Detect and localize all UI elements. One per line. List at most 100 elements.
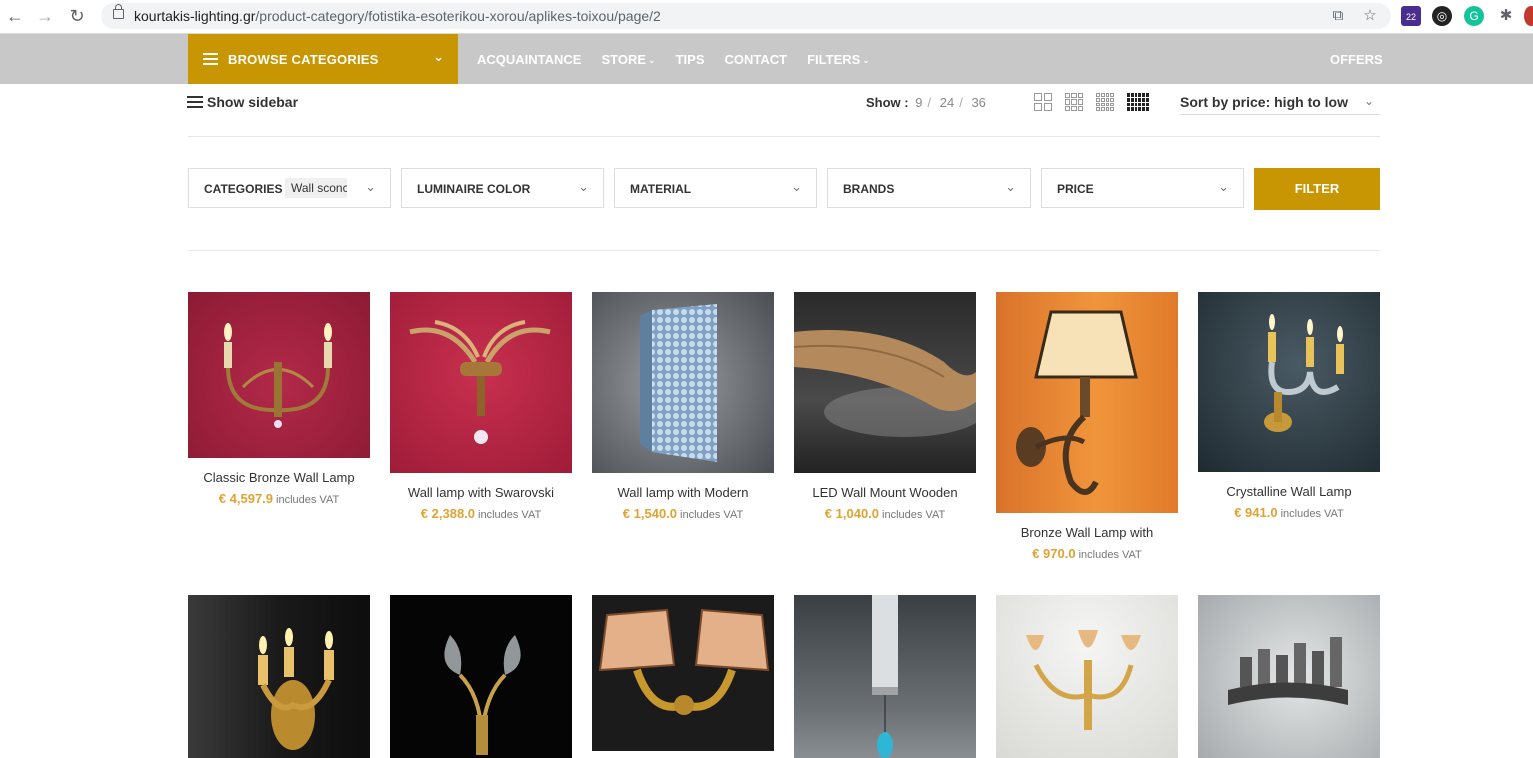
nav-store-label: STORE [601, 52, 647, 67]
per-page-9[interactable]: 9 [915, 95, 922, 110]
extension-badge-count: 22 [1405, 12, 1416, 22]
product-card[interactable]: Classic Bronze Wall Lamp € 4,597.9 includ… [188, 292, 370, 506]
per-page-24[interactable]: 24 [940, 95, 954, 110]
chevron-down-icon: ⌄ [1005, 179, 1016, 194]
puzzle-extensions-icon[interactable]: ✱ [1496, 6, 1516, 26]
grammarly-icon[interactable]: G [1464, 6, 1484, 26]
product-card[interactable]: LED Wall Mount Wooden € 1,040.0 includes … [794, 292, 976, 521]
product-card[interactable]: Bronze Wall Lamp with € 970.0 includes VA… [996, 292, 1178, 561]
nav-offers[interactable]: OFFERS [1330, 52, 1383, 67]
product-name[interactable]: Classic Bronze Wall Lamp [188, 470, 370, 485]
product-image[interactable] [794, 595, 976, 758]
address-bar[interactable]: kourtakis-lighting.gr/product-category/f… [101, 3, 1391, 29]
per-page-36[interactable]: 36 [971, 95, 985, 110]
product-image[interactable] [794, 292, 976, 473]
product-name[interactable]: Wall lamp with Modern [592, 485, 774, 500]
profile-avatar[interactable] [1524, 6, 1533, 26]
filter-price[interactable]: PRICE ⌄ [1041, 168, 1244, 208]
product-name[interactable]: Wall lamp with Swarovski [390, 485, 572, 500]
product-image[interactable] [1198, 292, 1380, 472]
extension-badge-icon[interactable]: 22 [1401, 6, 1421, 26]
grid-4-icon[interactable] [1096, 93, 1114, 111]
product-card[interactable] [996, 595, 1178, 758]
chevron-down-icon: ⌄ [365, 179, 376, 194]
product-card[interactable] [592, 595, 774, 751]
product-image[interactable] [592, 292, 774, 473]
chevron-down-icon: ⌄ [791, 179, 802, 194]
grid-2-icon[interactable] [1034, 93, 1052, 111]
product-name[interactable]: Bronze Wall Lamp with [996, 525, 1178, 540]
product-price: € 970.0 includes VAT [996, 546, 1178, 561]
product-image[interactable] [188, 595, 370, 758]
lock-icon [113, 4, 124, 19]
hamburger-icon [203, 53, 218, 55]
price-amount: € 1,540.0 [622, 506, 678, 521]
main-nav: ACQUAINTANCE STORE ⌄ TIPS CONTACT FILTERS… [477, 52, 890, 67]
url-host: kourtakis-lighting.gr [134, 8, 256, 24]
filter-brands-label: BRANDS [843, 182, 895, 196]
show-sidebar-label: Show sidebar [207, 94, 299, 110]
product-image[interactable] [390, 292, 572, 473]
product-price: € 1,540.0 includes VAT [592, 506, 774, 521]
grid-6-icon[interactable] [1127, 93, 1149, 111]
nav-tips-label: TIPS [675, 52, 705, 67]
divider [188, 250, 1380, 251]
product-image[interactable] [188, 292, 370, 458]
nav-tips[interactable]: TIPS [676, 52, 705, 67]
product-price: € 941.0 includes VAT [1198, 505, 1380, 520]
forward-arrow-icon[interactable]: → [34, 5, 56, 27]
product-image[interactable] [996, 292, 1178, 513]
product-card[interactable]: Wall lamp with Modern € 1,540.0 includes … [592, 292, 774, 521]
chevron-down-icon: ⌄ [433, 49, 444, 64]
vat-note: includes VAT [882, 509, 946, 521]
nav-filters[interactable]: FILTERS ⌄ [807, 52, 870, 67]
price-amount: € 941.0 [1234, 505, 1278, 520]
product-card[interactable] [188, 595, 370, 758]
back-arrow-icon[interactable]: ← [4, 5, 26, 27]
product-card[interactable] [1198, 595, 1380, 758]
product-card[interactable]: Crystalline Wall Lamp € 941.0 includes VA… [1198, 292, 1380, 520]
price-amount: € 970.0 [1032, 546, 1076, 561]
reload-icon[interactable]: ↻ [66, 5, 88, 27]
extension-icon[interactable]: ◎ [1432, 6, 1452, 26]
product-card[interactable] [390, 595, 572, 758]
product-image[interactable] [1198, 595, 1380, 758]
per-page-selector: Show : 9/ 24/ 36 [866, 95, 986, 110]
filter-categories-value: Wall sconces [285, 178, 347, 198]
product-card[interactable] [794, 595, 976, 758]
nav-filters-label: FILTERS [807, 52, 861, 67]
browser-toolbar: ← → ↻ kourtakis-lighting.gr/product-cate… [0, 0, 1533, 34]
nav-acquaintance[interactable]: ACQUAINTANCE [477, 52, 581, 67]
show-label: Show [866, 95, 901, 110]
product-image[interactable] [996, 595, 1178, 758]
bookmark-star-icon[interactable]: ☆ [1361, 7, 1379, 25]
chevron-down-icon: ⌄ [1363, 94, 1374, 108]
translate-icon[interactable]: ⧉ [1329, 7, 1347, 25]
nav-store[interactable]: STORE ⌄ [601, 52, 655, 67]
sort-select[interactable]: Sort by price: high to low ⌄ [1180, 94, 1380, 115]
nav-acquaintance-label: ACQUAINTANCE [477, 52, 582, 67]
filter-luminaire-color[interactable]: LUMINAIRE COLOR ⌄ [401, 168, 604, 208]
browse-categories-button[interactable]: BROWSE CATEGORIES ⌄ [188, 34, 458, 84]
grid-3-icon[interactable] [1065, 93, 1083, 111]
menu-icon [187, 96, 203, 98]
vat-note: includes VAT [680, 509, 744, 521]
product-name[interactable]: LED Wall Mount Wooden [794, 485, 976, 500]
filter-button[interactable]: FILTER [1254, 168, 1380, 210]
sort-label: Sort by price: high to low [1180, 94, 1348, 110]
product-card[interactable]: Wall lamp with Swarovski € 2,388.0 includ… [390, 292, 572, 521]
chevron-down-icon: ⌄ [862, 55, 870, 65]
product-image[interactable] [592, 595, 774, 751]
filter-categories[interactable]: CATEGORIES Wall sconces ⌄ [188, 168, 391, 208]
url-text[interactable]: kourtakis-lighting.gr/product-category/f… [134, 8, 661, 24]
product-image[interactable] [390, 595, 572, 758]
filter-material-label: MATERIAL [630, 182, 692, 196]
filter-material[interactable]: MATERIAL ⌄ [614, 168, 817, 208]
product-name[interactable]: Crystalline Wall Lamp [1198, 484, 1380, 499]
vat-note: includes VAT [276, 494, 340, 506]
filter-luminaire-color-label: LUMINAIRE COLOR [417, 182, 531, 196]
nav-contact[interactable]: CONTACT [725, 52, 788, 67]
show-sidebar-button[interactable]: Show sidebar [187, 94, 298, 110]
filter-brands[interactable]: BRANDS ⌄ [827, 168, 1031, 208]
nav-contact-label: CONTACT [724, 52, 788, 67]
